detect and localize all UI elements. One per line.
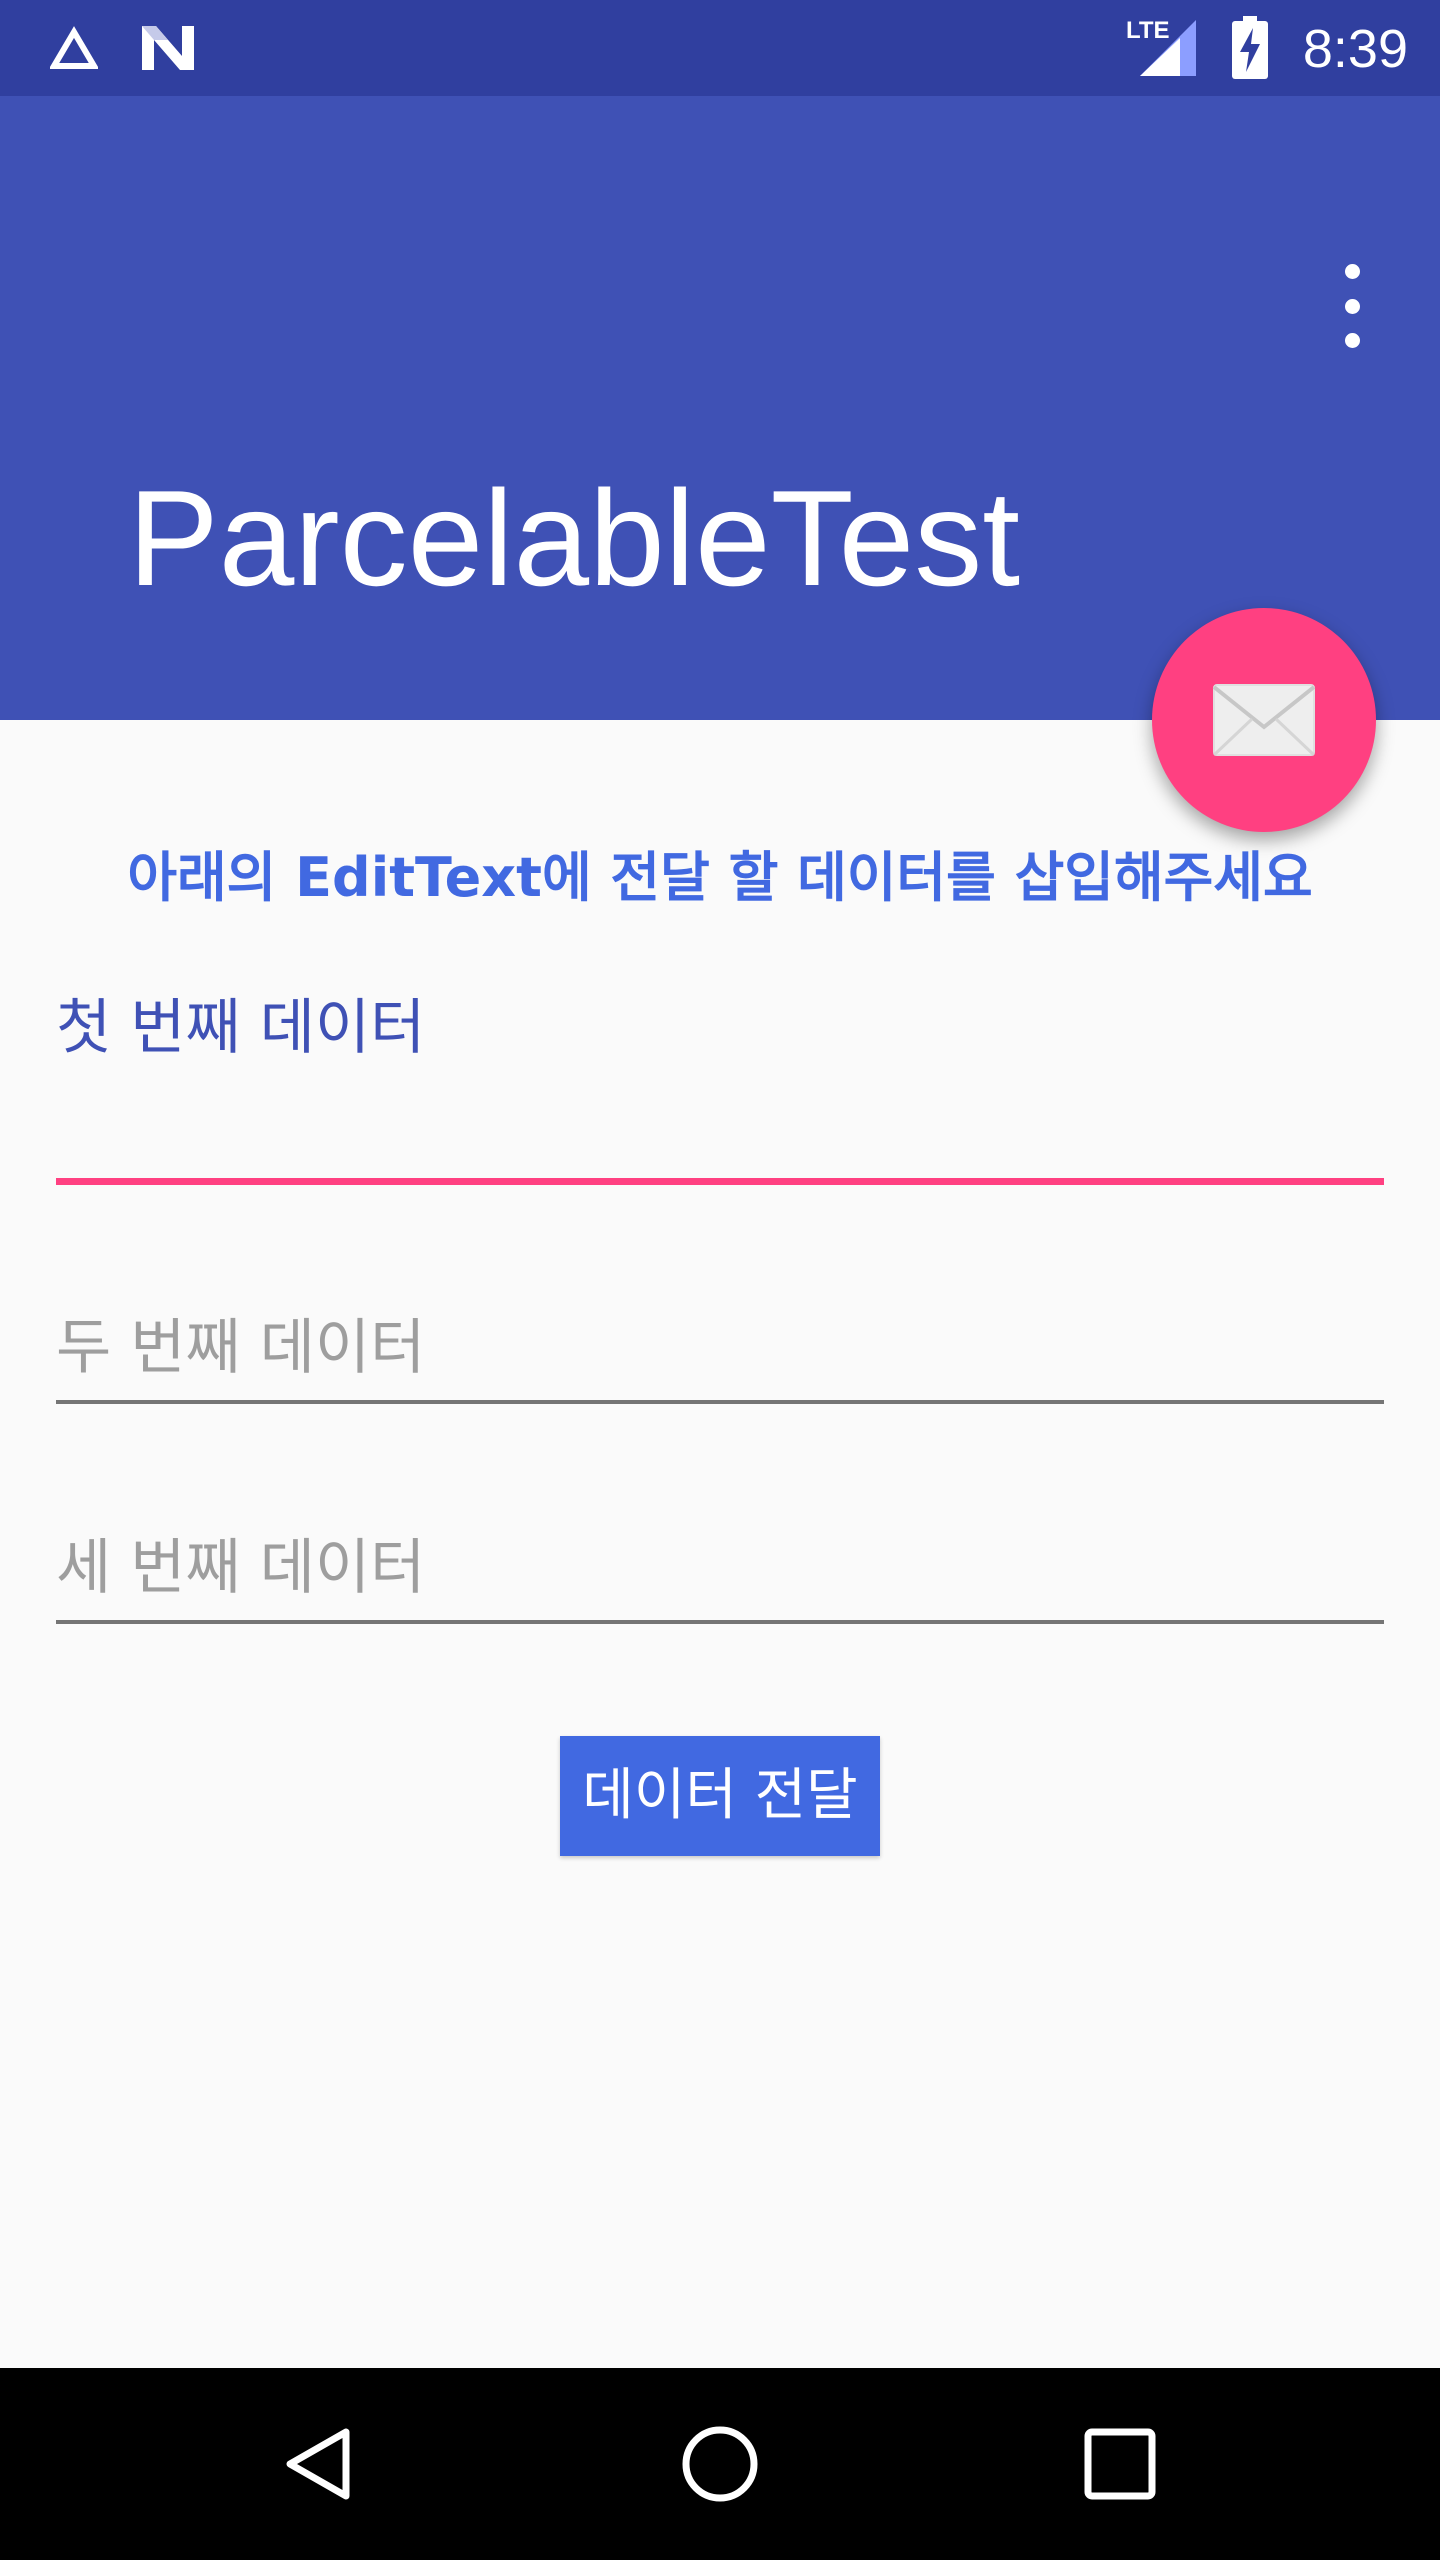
menu-dot [1344,298,1360,314]
status-time: 8:39 [1302,19,1408,79]
home-icon[interactable] [656,2400,784,2528]
more-vert-icon[interactable] [1320,264,1384,348]
status-bar: LTE 8:39 [0,0,1440,96]
app-title: ParcelableTest [128,462,1021,614]
lte-label: LTE [1126,17,1170,44]
envelope-icon [1212,683,1316,757]
navigation-bar [0,2368,1440,2560]
menu-dot [1344,333,1360,348]
battery-charging-icon [1228,16,1272,80]
n-notification-icon [136,20,200,76]
back-icon[interactable] [256,2400,384,2528]
recents-icon[interactable] [1056,2400,1184,2528]
first-data-underline [56,1178,1384,1185]
first-data-input[interactable]: 첫 번째 데이터 [56,988,1384,1188]
second-data-input[interactable]: 두 번째 데이터 [56,1308,1384,1404]
screen: LTE 8:39 ParcelableTest 아래의 EditText에 전달… [0,0,1440,2560]
first-data-label: 첫 번째 데이터 [56,993,426,1063]
instruction-text: 아래의 EditText에 전달 할 데이터를 삽입해주세요 [127,846,1313,909]
alert-triangle-icon [46,20,102,76]
fab-mail-button[interactable] [1152,608,1376,832]
second-data-underline [56,1400,1384,1404]
third-data-underline [56,1620,1384,1624]
send-data-button[interactable]: 데이터 전달 [560,1736,880,1856]
second-data-hint: 두 번째 데이터 [56,1313,426,1383]
third-data-input[interactable]: 세 번째 데이터 [56,1528,1384,1624]
third-data-hint: 세 번째 데이터 [56,1533,426,1603]
lte-signal-icon: LTE [1124,14,1204,82]
menu-dot [1344,264,1360,279]
